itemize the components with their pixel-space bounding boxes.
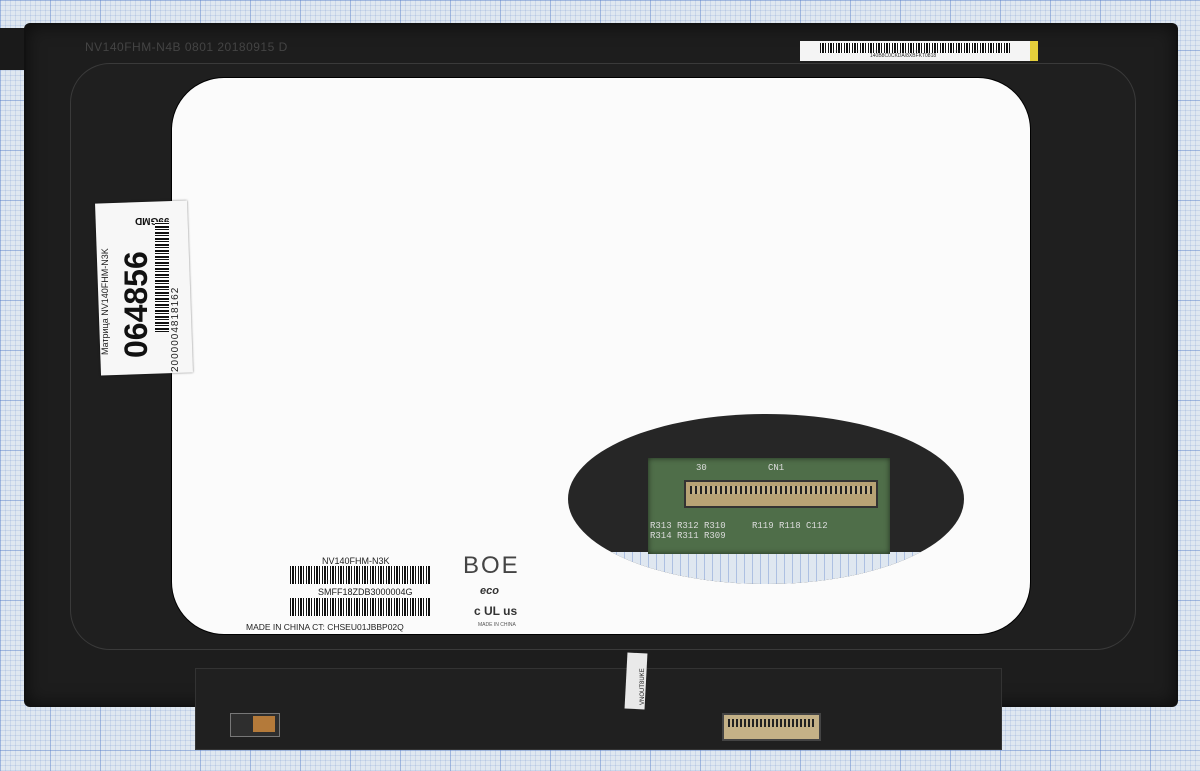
made-in-small: MADE IN CHINA — [478, 622, 516, 628]
pcb-label-row2: R314 R311 R309 — [650, 531, 726, 541]
serial-text: SMFF18ZDB3000004G — [318, 587, 413, 597]
pcb-label-row1: R313 R312 R310 — [650, 521, 726, 531]
tab-sticker-text: VNOUT8UKE — [640, 668, 646, 705]
model-barcode — [290, 566, 430, 584]
model-text: NV140FHM-N3K — [322, 556, 390, 566]
inset-grid — [568, 552, 964, 584]
connector-inset: 30 CN1 R313 R312 R310 R314 R311 R309 R11… — [568, 414, 964, 584]
bottom-pcb-strip — [195, 668, 1002, 750]
eco-logo: eco — [480, 585, 499, 597]
top-sticker-text: 140B8C0CKDA/8XBFKT0818 — [870, 53, 937, 59]
made-in-text: MADE IN CHINA CT: CHSEU01JBBP02Q — [246, 622, 404, 632]
label-description: Матрица NV140FHM-N3K — [100, 248, 110, 355]
inset-connector — [684, 480, 878, 508]
left-connector — [230, 713, 280, 737]
top-barcode — [820, 43, 1010, 53]
right-connector — [722, 713, 821, 741]
label-article: 064856 — [118, 251, 154, 358]
boe-logo: BOE — [463, 552, 520, 579]
pcb-label-30: 30 — [696, 463, 707, 473]
pcb-label-row3: R119 R118 C112 — [752, 521, 828, 531]
inset-pcb: 30 CN1 R313 R312 R310 R314 R311 R309 R11… — [648, 458, 890, 554]
connector-pins — [690, 486, 872, 494]
label-barcode — [155, 222, 169, 332]
top-barcode-sticker: 140B8C0CKDA/8XBFKT0818 — [800, 41, 1038, 61]
pcb-label-cn1: CN1 — [768, 463, 785, 473]
panel-top-print: NV140FHM-N4B 0801 20180915 D — [85, 40, 288, 54]
serial-barcode — [290, 598, 430, 616]
ul-logo: c UL us — [474, 604, 518, 618]
label-number: 2000004818162 — [170, 286, 181, 372]
